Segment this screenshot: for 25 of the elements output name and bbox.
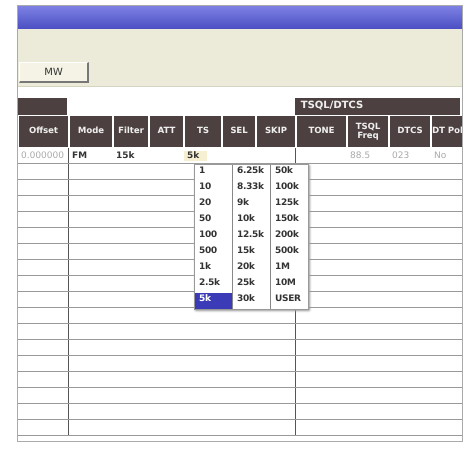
table-cell: 5k <box>184 150 208 160</box>
dropdown-option[interactable]: 50k <box>271 165 308 181</box>
column-header: TSQL Freq <box>347 115 389 148</box>
mode-button[interactable]: MW <box>19 62 89 83</box>
group-header: TSQL/DTCS <box>294 98 462 115</box>
dropdown-option[interactable]: 30k <box>233 293 270 309</box>
table-cell-text: FM <box>71 150 88 160</box>
column-header: TS <box>184 115 222 148</box>
column-header: TONE <box>296 115 347 148</box>
dropdown-option[interactable]: 5k <box>195 293 232 309</box>
column-header: SEL <box>222 115 256 148</box>
table-cell-text: 023 <box>391 150 410 160</box>
table-cell-text: No <box>433 150 448 160</box>
table-cell-text: 15k <box>115 150 136 160</box>
column-header: DT Pol <box>431 115 462 148</box>
dropdown-option[interactable]: USER <box>271 293 308 309</box>
dropdown-option[interactable]: 1 <box>195 165 232 181</box>
table-cell-text: 88.5 <box>349 150 372 160</box>
column-header: DTCS <box>389 115 431 148</box>
column-header: Filter <box>113 115 149 148</box>
column-header: Mode <box>69 115 113 148</box>
column-header: Offset <box>18 115 69 148</box>
column-header: ATT <box>149 115 184 148</box>
table-cell-text: 0.000000 <box>20 150 65 160</box>
column-header: SKIP <box>256 115 296 148</box>
